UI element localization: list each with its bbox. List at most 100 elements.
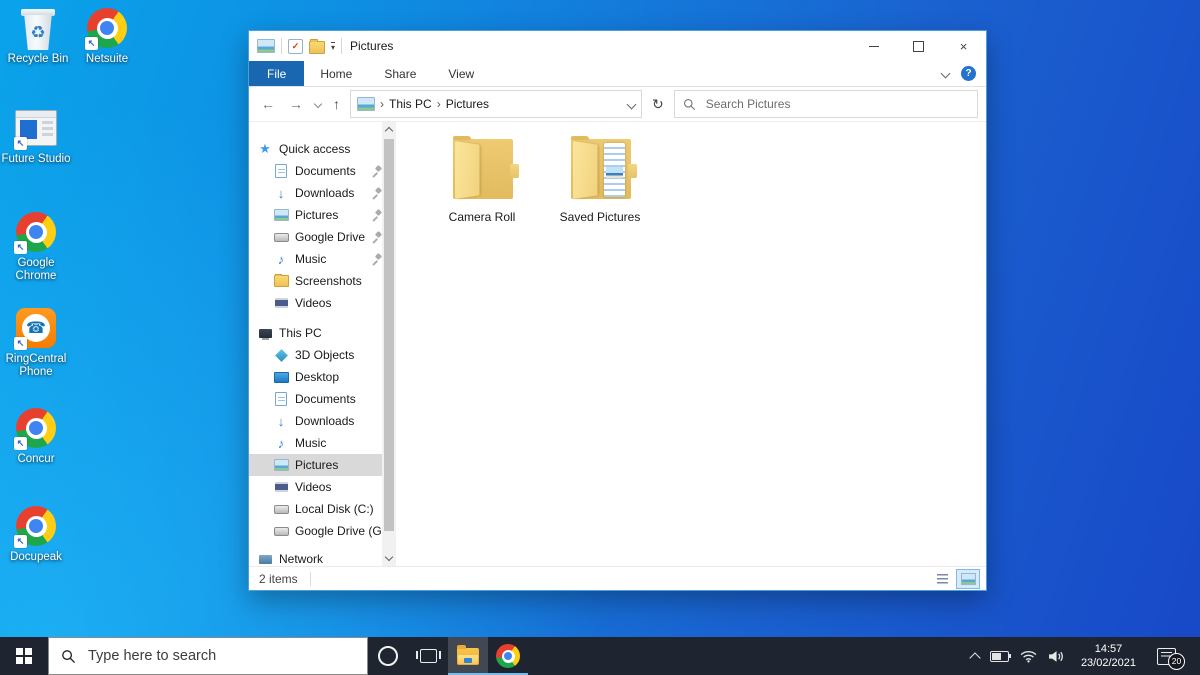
scroll-up-icon[interactable] [382,122,396,137]
tab-share[interactable]: Share [368,61,432,86]
desktop-icon-label: RingCentral Phone [1,353,71,379]
sidebar-item-pictures-pc-selected[interactable]: Pictures [249,454,382,476]
taskbar-search-input[interactable] [86,647,355,665]
forward-button[interactable]: → [285,96,307,112]
pin-icon [372,166,382,176]
quick-access-toolbar: ✓ ▾ [257,38,342,54]
system-tray: 14:57 23/02/2021 20 [971,637,1200,675]
details-view-button[interactable] [930,569,954,589]
cortana-button[interactable] [368,637,408,675]
desktop-icon-recycle-bin[interactable]: ♻ Recycle Bin [3,6,73,66]
shortcut-arrow-icon: ↖ [14,337,27,350]
chrome-icon [496,644,520,668]
details-view-icon [937,574,948,584]
sidebar-item-this-pc[interactable]: This PC [249,322,382,344]
sidebar-item-screenshots[interactable]: Screenshots [249,270,382,292]
explorer-search-box[interactable] [674,90,978,118]
sidebar-item-local-disk[interactable]: Local Disk (C:) [249,498,382,520]
battery-charging-icon[interactable] [990,651,1009,662]
sidebar-item-music-pc[interactable]: ♪ Music [249,432,382,454]
sidebar-item-videos-pc[interactable]: Videos [249,476,382,498]
desktop-icon-netsuite[interactable]: ↖ Netsuite [72,6,142,66]
desktop-icon-ringcentral-phone[interactable]: ☎ ↖ RingCentral Phone [1,306,71,379]
desktop-icon-google-chrome[interactable]: ↖ Google Chrome [1,210,71,283]
sidebar-item-documents-pc[interactable]: Documents [249,388,382,410]
minimize-button[interactable] [851,31,896,61]
taskbar-clock[interactable]: 14:57 23/02/2021 [1075,642,1142,670]
video-icon [273,482,289,492]
video-icon [273,298,289,308]
explorer-search-input[interactable] [704,96,969,112]
new-folder-icon[interactable] [309,41,325,54]
windows-logo-icon [16,648,32,664]
expand-ribbon-icon[interactable] [941,69,951,79]
maximize-button[interactable] [896,31,941,61]
tab-home[interactable]: Home [304,61,368,86]
chrome-shortcut-icon: ↖ [14,504,58,548]
shortcut-arrow-icon: ↖ [14,241,27,254]
wifi-icon[interactable] [1020,650,1037,663]
pin-icon [372,210,382,220]
breadcrumb-pictures[interactable]: Pictures [446,97,489,111]
drive-icon [273,233,289,242]
folder-tile-saved-pictures[interactable]: Saved Pictures [544,136,656,224]
breadcrumb-separator: › [437,97,441,111]
sidebar-item-desktop[interactable]: Desktop [249,366,382,388]
start-button[interactable] [0,637,48,675]
sidebar-item-pictures[interactable]: Pictures [249,204,382,226]
address-bar-row: ← → ↑ › This PC › Pictures ↻ [249,87,986,122]
close-button[interactable]: × [941,31,986,61]
help-button[interactable]: ? [961,66,976,81]
tab-view[interactable]: View [432,61,490,86]
sidebar-item-documents[interactable]: Documents [249,160,382,182]
download-icon: ↓ [273,186,289,201]
volume-icon[interactable] [1048,650,1064,663]
close-icon: × [960,39,968,54]
desktop-icon-label: Docupeak [10,551,62,564]
taskbar: 14:57 23/02/2021 20 [0,637,1200,675]
file-list: Camera Roll Saved Pictures [396,122,986,566]
address-dropdown-icon[interactable] [627,99,637,109]
action-center-button[interactable]: 20 [1157,648,1176,665]
properties-icon[interactable]: ✓ [288,39,303,54]
scrollbar-thumb[interactable] [384,139,394,531]
shortcut-arrow-icon: ↖ [14,437,27,450]
desktop-icon-concur[interactable]: ↖ Concur [1,406,71,466]
sidebar-item-downloads-pc[interactable]: ↓ Downloads [249,410,382,432]
taskbar-chrome-button[interactable] [488,637,528,675]
customize-toolbar-caret-icon[interactable]: ▾ [331,42,335,51]
taskbar-search-box[interactable] [48,637,368,675]
maximize-icon [913,41,924,52]
sidebar-item-google-drive-g[interactable]: Google Drive (G:) [249,520,382,542]
nav-scrollbar[interactable] [382,122,396,566]
sidebar-item-google-drive[interactable]: Google Drive [249,226,382,248]
task-view-button[interactable] [408,637,448,675]
folder-tile-camera-roll[interactable]: Camera Roll [426,136,538,224]
pin-icon [372,188,382,198]
sidebar-item-quick-access[interactable]: ★ Quick access [249,138,382,160]
refresh-button[interactable]: ↻ [648,96,668,113]
breadcrumb-this-pc[interactable]: This PC [389,97,432,111]
desktop-icon-label: Google Chrome [1,257,71,283]
scroll-down-icon[interactable] [382,551,396,566]
sidebar-item-network[interactable]: Network [249,548,382,566]
pictures-icon [273,459,289,471]
desktop-icon-future-studio[interactable]: ↖ Future Studio [1,106,71,166]
pictures-icon [273,209,289,221]
address-bar[interactable]: › This PC › Pictures [350,90,642,118]
back-button[interactable]: ← [257,96,279,112]
show-hidden-icons-chevron[interactable] [969,652,980,663]
sidebar-item-videos[interactable]: Videos [249,292,382,314]
taskbar-file-explorer-button[interactable] [448,637,488,675]
recent-locations-icon[interactable] [314,100,322,108]
thumbnail-view-button[interactable] [956,569,980,589]
desktop-icon-docupeak[interactable]: ↖ Docupeak [1,504,71,564]
up-button[interactable]: ↑ [329,96,344,112]
tab-file[interactable]: File [249,61,304,86]
sidebar-item-3d-objects[interactable]: 3D Objects [249,344,382,366]
desktop-monitor-icon [273,372,289,383]
titlebar[interactable]: ✓ ▾ Pictures × [249,31,986,61]
sidebar-item-downloads[interactable]: ↓ Downloads [249,182,382,204]
sidebar-item-music[interactable]: ♪ Music [249,248,382,270]
status-bar: 2 items [249,566,986,590]
